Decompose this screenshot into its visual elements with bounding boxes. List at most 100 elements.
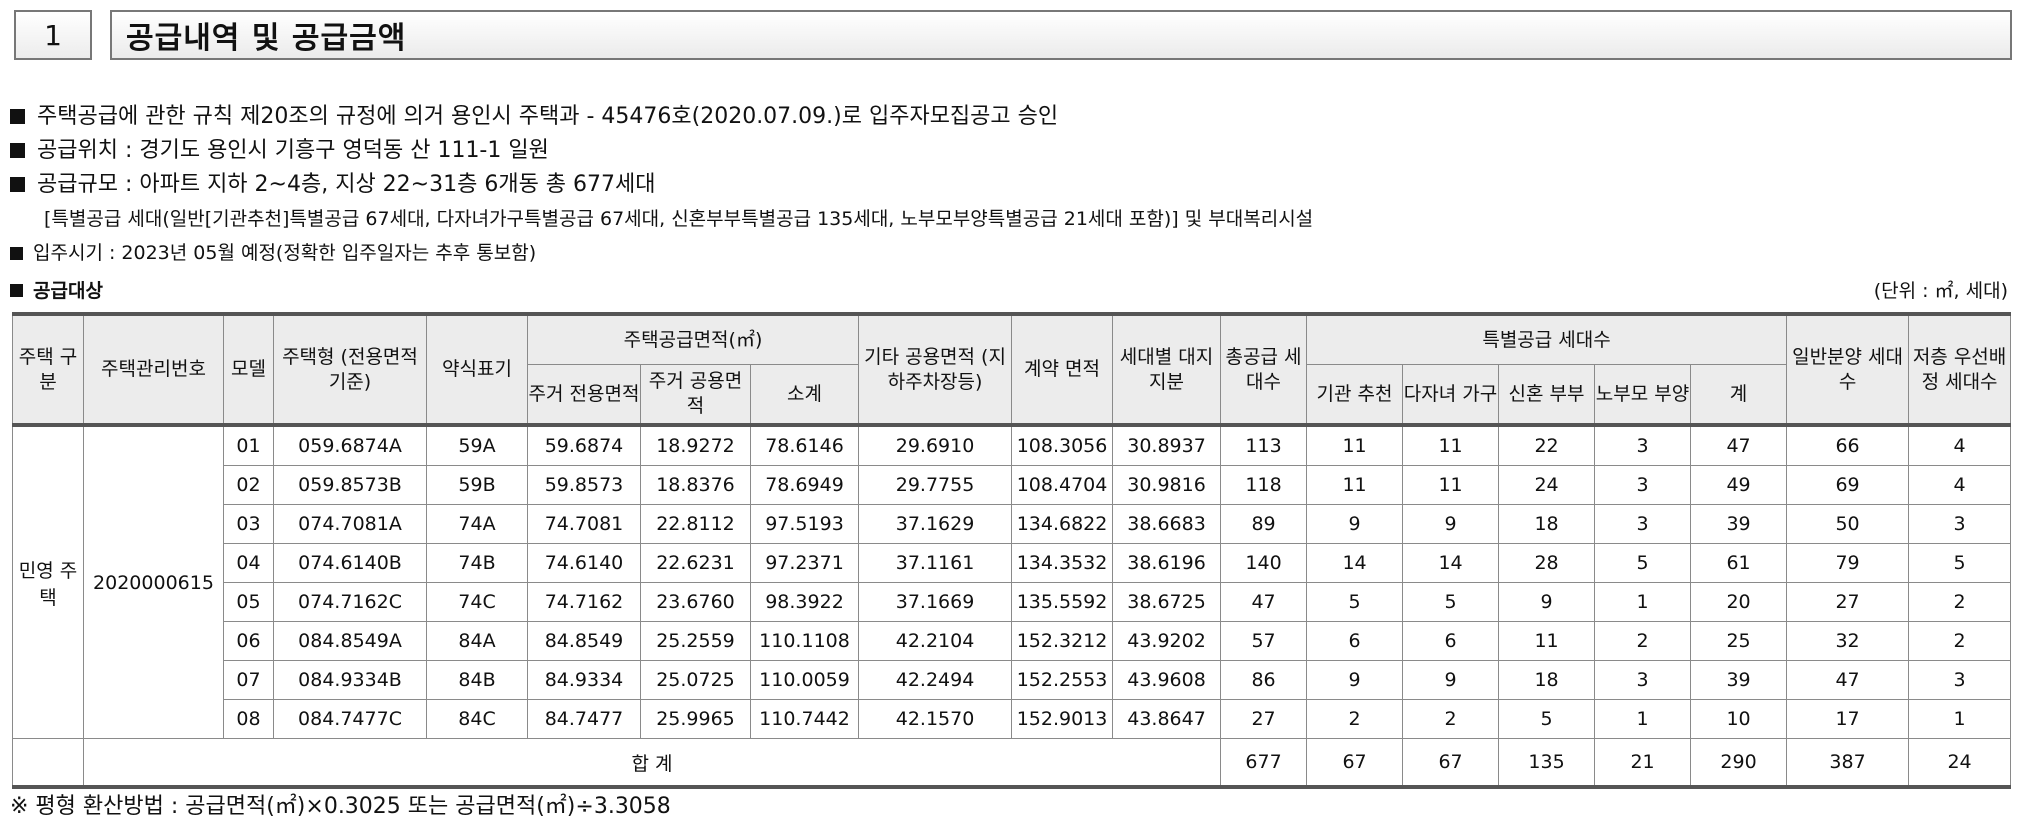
table-cell: 2 [1594, 621, 1692, 661]
table-cell: 23.6760 [640, 582, 751, 622]
table-cell: 59A [426, 424, 528, 466]
header-general: 일반분양 세대수 [1786, 313, 1910, 427]
table-cell: 108.4704 [1011, 465, 1114, 505]
table-cell: 6 [1402, 621, 1500, 661]
table-cell: 29.6910 [858, 424, 1013, 466]
table-row: 04 074.6140B 74B 74.6140 22.6231 97.2371… [13, 543, 2012, 583]
table-cell: 07 [223, 660, 274, 700]
total-cell: 67 [1306, 738, 1404, 788]
header-special: 특별공급 세대수 [1306, 313, 1788, 365]
header-model: 모델 [223, 313, 274, 427]
header-elderly: 노부모 부양 [1594, 364, 1692, 427]
total-cell: 677 [1220, 738, 1308, 788]
table-cell: 084.9334B [273, 660, 427, 700]
total-cell: 67 [1402, 738, 1500, 788]
total-blank-cell [12, 738, 84, 788]
table-cell: 140 [1220, 543, 1308, 583]
table-cell: 10 [1690, 699, 1788, 739]
table-cell: 74B [426, 543, 528, 583]
conversion-footnote: ※ 평형 환산방법 : 공급면적(㎡)×0.3025 또는 공급면적(㎡)÷3.… [10, 794, 671, 819]
header-housing-type: 주택형 (전용면적기준) [273, 313, 427, 427]
table-cell: 074.6140B [273, 543, 427, 583]
table-cell: 08 [223, 699, 274, 739]
table-cell: 9 [1498, 582, 1596, 622]
table-cell: 059.6874A [273, 424, 427, 466]
section-header: 1 공급내역 및 공급금액 [14, 10, 2014, 62]
table-cell: 78.6949 [749, 465, 860, 505]
table-row: 03 074.7081A 74A 74.7081 22.8112 97.5193… [13, 504, 2012, 544]
table-cell: 135.5592 [1011, 582, 1114, 622]
table-cell: 66 [1786, 424, 1910, 466]
table-cell: 25.0725 [640, 660, 751, 700]
table-cell: 2 [1306, 699, 1404, 739]
table-cell: 97.2371 [749, 543, 860, 583]
square-bullet-icon [10, 284, 23, 297]
header-short: 약식표기 [426, 313, 528, 427]
table-cell: 78.6146 [749, 424, 860, 466]
housing-category-cell: 민영 주택 [12, 424, 84, 739]
table-cell: 9 [1306, 660, 1404, 700]
table-cell: 89 [1220, 504, 1308, 544]
table-cell: 84.9334 [527, 660, 641, 700]
table-cell: 28 [1498, 543, 1596, 583]
table-cell: 05 [223, 582, 274, 622]
header-common: 주거 공용면적 [640, 364, 751, 427]
table-cell: 97.5193 [749, 504, 860, 544]
bullet-scale: 공급규모 : 아파트 지하 2~4층, 지상 22~31층 6개동 총 677세… [10, 168, 2010, 202]
table-cell: 22.8112 [640, 504, 751, 544]
table-cell: 01 [223, 424, 274, 466]
table-cell: 108.3056 [1011, 424, 1114, 466]
table-cell: 18.9272 [640, 424, 751, 466]
table-cell: 42.2494 [858, 660, 1013, 700]
table-cell: 74A [426, 504, 528, 544]
table-cell: 11 [1402, 424, 1500, 466]
table-cell: 22.6231 [640, 543, 751, 583]
table-cell: 152.3212 [1011, 621, 1114, 661]
table-cell: 084.7477C [273, 699, 427, 739]
table-cell: 38.6196 [1112, 543, 1222, 583]
notice-bullets: 주택공급에 관한 규칙 제20조의 규정에 의거 용인시 주택과 - 45476… [10, 100, 2010, 270]
table-cell: 5 [1498, 699, 1596, 739]
table-cell: 06 [223, 621, 274, 661]
table-cell: 59.8573 [527, 465, 641, 505]
square-bullet-icon [10, 109, 25, 124]
table-cell: 18.8376 [640, 465, 751, 505]
total-cell: 24 [1908, 738, 2012, 788]
total-cell: 135 [1498, 738, 1596, 788]
table-cell: 22 [1498, 424, 1596, 466]
table-cell: 3 [1594, 465, 1692, 505]
table-cell: 134.3532 [1011, 543, 1114, 583]
table-cell: 84B [426, 660, 528, 700]
table-cell: 25 [1690, 621, 1788, 661]
table-cell: 69 [1786, 465, 1910, 505]
table-cell: 3 [1908, 660, 2012, 700]
header-total-supply: 총공급 세대수 [1220, 313, 1308, 427]
table-cell: 04 [223, 543, 274, 583]
total-cell: 387 [1786, 738, 1910, 788]
section-number: 1 [14, 10, 92, 60]
table-cell: 1 [1908, 699, 2012, 739]
table-title-row: 공급대상 (단위 : ㎡, 세대) [10, 276, 2008, 306]
table-cell: 110.7442 [749, 699, 860, 739]
table-cell: 17 [1786, 699, 1910, 739]
table-cell: 11 [1306, 465, 1404, 505]
table-row: 민영 주택 2020000615 01 059.6874A 59A 59.687… [12, 424, 2012, 739]
table-cell: 74.7162 [527, 582, 641, 622]
supply-table: 주택 구분 주택관리번호 모델 주택형 (전용면적기준) 약식표기 주택공급면적… [12, 312, 2012, 789]
table-cell: 49 [1690, 465, 1788, 505]
total-row: 합 계 677 67 67 135 21 290 387 24 [12, 738, 2012, 788]
header-special-total: 계 [1690, 364, 1788, 427]
table-cell: 37.1629 [858, 504, 1013, 544]
table-cell: 2 [1908, 582, 2012, 622]
table-cell: 43.9202 [1112, 621, 1222, 661]
table-cell: 86 [1220, 660, 1308, 700]
header-contract: 계약 면적 [1011, 313, 1114, 427]
table-cell: 30.9816 [1112, 465, 1222, 505]
bullet-location: 공급위치 : 경기도 용인시 기흥구 영덕동 산 111-1 일원 [10, 134, 2010, 168]
table-cell: 37.1161 [858, 543, 1013, 583]
table-cell: 1 [1594, 699, 1692, 739]
table-cell: 74.6140 [527, 543, 641, 583]
table-cell: 3 [1908, 504, 2012, 544]
table-cell: 43.8647 [1112, 699, 1222, 739]
total-cell: 290 [1690, 738, 1788, 788]
